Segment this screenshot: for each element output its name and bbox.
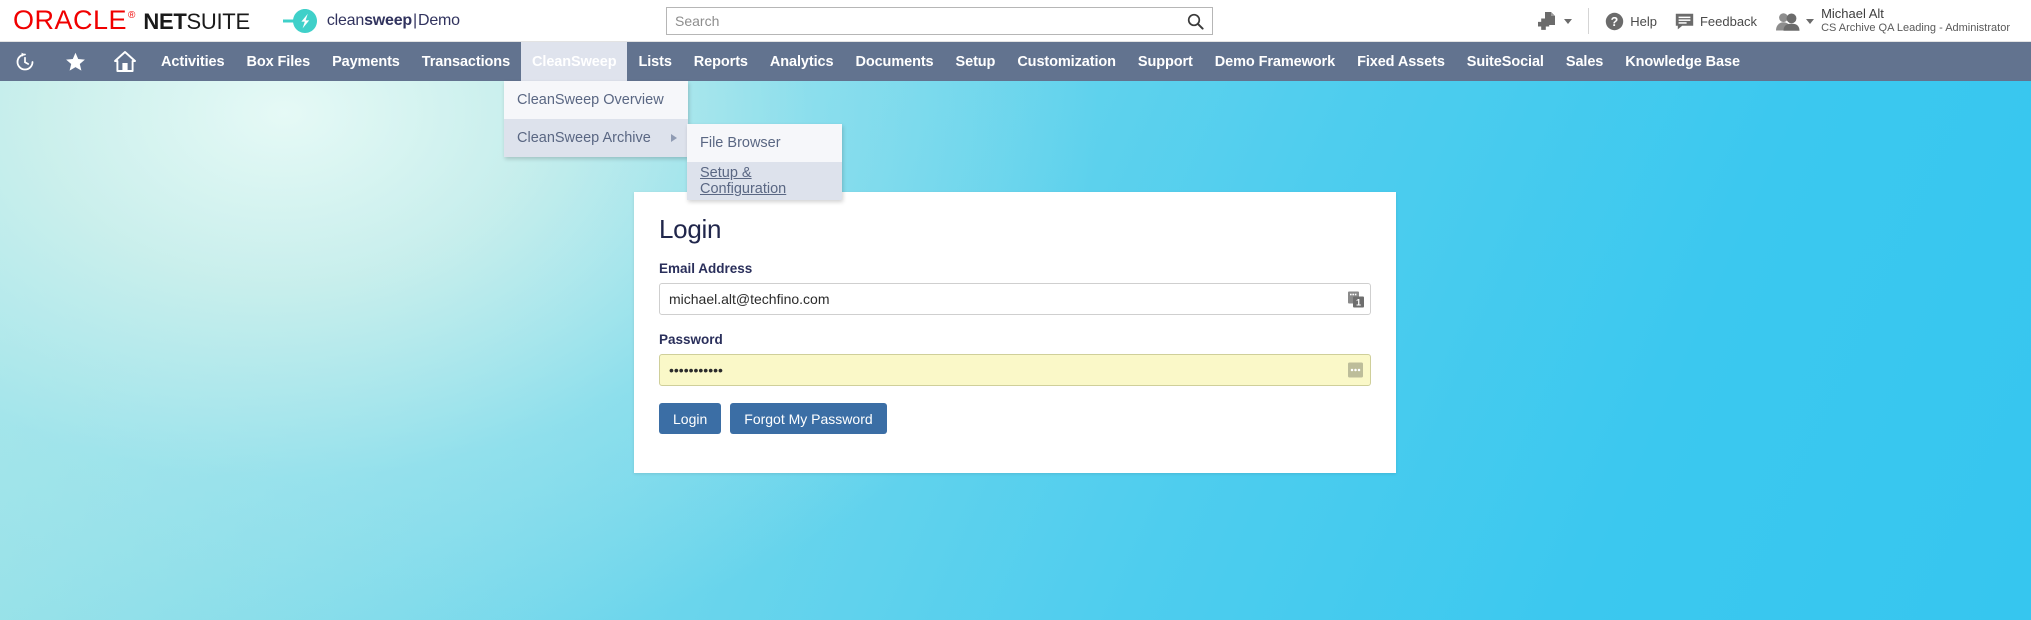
- nav-item-transactions[interactable]: Transactions: [411, 42, 521, 81]
- home-icon: [114, 51, 136, 72]
- header-right-group: ? Help Feedback Michael Alt CS Archive Q…: [1529, 0, 2019, 42]
- user-info: Michael Alt CS Archive QA Leading - Admi…: [1821, 6, 2010, 36]
- menu-item-cleansweep-archive[interactable]: CleanSweep Archive: [504, 119, 688, 157]
- password-field[interactable]: [659, 354, 1371, 386]
- nav-item-box-files[interactable]: Box Files: [235, 42, 321, 81]
- netsuite-bold-part: NET: [143, 9, 187, 34]
- cleansweep-logo-icon: [282, 8, 317, 33]
- password-field-wrapper: [659, 354, 1371, 386]
- svg-text:?: ?: [1611, 15, 1619, 29]
- search-icon: [1187, 13, 1204, 30]
- submenu-item-setup-configuration[interactable]: Setup & Configuration: [687, 162, 842, 200]
- nav-item-payments[interactable]: Payments: [321, 42, 411, 81]
- help-circle-icon: ?: [1606, 12, 1624, 30]
- page-title: Login: [659, 214, 722, 244]
- oracle-netsuite-logo[interactable]: ORACLE ® NETSUITE: [13, 5, 250, 36]
- password-field-label: Password: [659, 332, 723, 347]
- header-divider-1: [1588, 8, 1590, 34]
- main-navigation-bar: Activities Box Files Payments Transactions C…: [0, 42, 2031, 81]
- recent-records-icon-button[interactable]: [0, 42, 50, 81]
- global-search[interactable]: [666, 7, 1213, 35]
- cleansweep-dropdown-menu: CleanSweep Overview CleanSweep Archive: [504, 81, 688, 157]
- nav-item-fixed-assets[interactable]: Fixed Assets: [1346, 42, 1456, 81]
- feedback-icon: [1675, 13, 1694, 29]
- chevron-down-icon: [1806, 18, 1815, 24]
- nav-item-analytics[interactable]: Analytics: [759, 42, 845, 81]
- submenu-arrow-icon: [671, 134, 677, 142]
- home-button[interactable]: [100, 42, 150, 81]
- shortcuts-star-icon: [65, 52, 85, 71]
- login-card: Login Email Address 1 Password: [634, 192, 1396, 473]
- password-manager-glyph-icon: 1: [1347, 291, 1364, 307]
- cleansweep-logo-text: cleansweep|Demo: [327, 12, 460, 30]
- oracle-wordmark: ORACLE: [13, 5, 128, 35]
- password-manager-icon[interactable]: [1346, 361, 1365, 380]
- menu-item-cleansweep-overview[interactable]: CleanSweep Overview: [504, 81, 688, 119]
- feedback-label: Feedback: [1699, 13, 1758, 29]
- nav-item-knowledge-base[interactable]: Knowledge Base: [1614, 42, 1751, 81]
- login-button[interactable]: Login: [659, 403, 722, 434]
- menu-item-label: CleanSweep Overview: [517, 92, 664, 108]
- recent-records-icon: [16, 52, 34, 70]
- netsuite-light-part: SUITE: [186, 9, 251, 34]
- nav-item-reports[interactable]: Reports: [683, 42, 759, 81]
- user-menu[interactable]: Michael Alt CS Archive QA Leading - Admi…: [1766, 0, 2019, 42]
- logo-text-clean: clean: [326, 11, 365, 29]
- cleansweep-archive-submenu: File Browser Setup & Configuration: [687, 124, 842, 200]
- email-field-wrapper: 1: [659, 283, 1371, 315]
- feedback-button[interactable]: Feedback: [1666, 0, 1766, 42]
- submenu-item-label: File Browser: [700, 135, 781, 151]
- create-new-icon: [1538, 11, 1556, 30]
- submenu-item-label: Setup & Configuration: [700, 165, 787, 197]
- chevron-down-icon: [1564, 18, 1573, 24]
- forgot-password-button[interactable]: Forgot My Password: [730, 403, 887, 434]
- cleansweep-demo-logo[interactable]: cleansweep|Demo: [282, 8, 460, 33]
- netsuite-wordmark: NETSUITE: [143, 9, 251, 35]
- nav-items-group: Activities Box Files Payments Transactions C…: [150, 42, 1751, 81]
- search-input[interactable]: [667, 8, 1178, 34]
- nav-item-customization[interactable]: Customization: [1006, 42, 1127, 81]
- user-avatar-icon: [1776, 12, 1800, 31]
- create-new-menu[interactable]: [1529, 0, 1581, 42]
- password-manager-icon[interactable]: 1: [1346, 290, 1365, 309]
- nav-item-demo-framework[interactable]: Demo Framework: [1204, 42, 1346, 81]
- user-name: Michael Alt: [1821, 6, 1884, 21]
- login-button-row: Login Forgot My Password: [659, 403, 1371, 434]
- email-field-label: Email Address: [659, 261, 753, 276]
- help-label: Help: [1630, 13, 1657, 29]
- nav-item-sales[interactable]: Sales: [1555, 42, 1614, 81]
- password-manager-glyph-icon: [1348, 362, 1363, 378]
- nav-item-activities[interactable]: Activities: [150, 42, 235, 81]
- registered-trademark-icon: ®: [128, 10, 136, 21]
- svg-text:1: 1: [1355, 297, 1360, 307]
- help-button[interactable]: ? Help: [1596, 0, 1666, 42]
- shortcuts-star-button[interactable]: [50, 42, 100, 81]
- logo-text-demo: Demo: [417, 11, 460, 29]
- top-header-bar: ORACLE ® NETSUITE cleansweep|Demo Search…: [0, 0, 2031, 42]
- submenu-item-file-browser[interactable]: File Browser: [687, 124, 842, 162]
- nav-item-setup[interactable]: Setup: [945, 42, 1007, 81]
- nav-item-support[interactable]: Support: [1127, 42, 1204, 81]
- nav-item-lists[interactable]: Lists: [627, 42, 682, 81]
- user-role: CS Archive QA Leading - Administrator: [1821, 22, 2010, 35]
- search-button[interactable]: [1178, 8, 1212, 34]
- menu-item-label: CleanSweep Archive: [517, 130, 651, 146]
- nav-item-suitesocial[interactable]: SuiteSocial: [1456, 42, 1555, 81]
- nav-item-documents[interactable]: Documents: [844, 42, 944, 81]
- nav-item-cleansweep[interactable]: CleanSweep: [521, 42, 628, 81]
- email-field[interactable]: [659, 283, 1371, 315]
- logo-text-sweep: sweep: [364, 11, 413, 29]
